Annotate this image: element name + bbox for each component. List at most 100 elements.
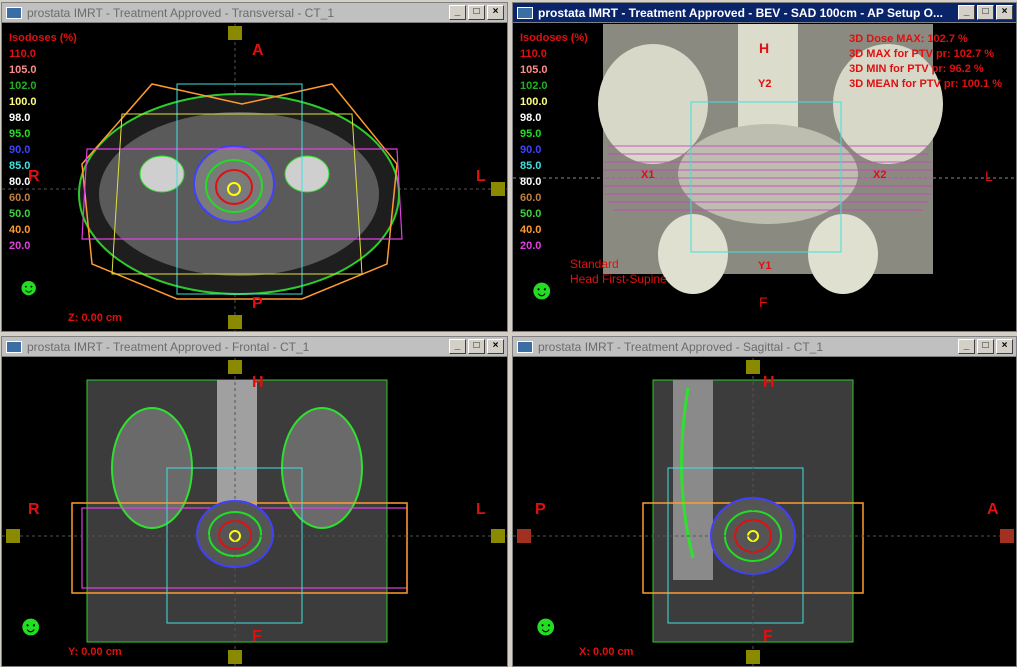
isodose-level: 80.0 (520, 176, 542, 188)
axis-marker-right[interactable] (1000, 529, 1014, 543)
isodose-level: 95.0 (520, 128, 542, 140)
patient-orientation-icon: ☻ (16, 274, 42, 301)
isodose-level: 100.0 (9, 96, 37, 108)
minimize-button[interactable]: _ (958, 5, 975, 20)
minimize-button[interactable]: _ (958, 339, 975, 354)
isodose-level: 98.0 (9, 112, 31, 124)
axis-marker-right[interactable] (491, 182, 505, 196)
maximize-button[interactable]: □ (468, 5, 485, 20)
dose-statistics: 3D Dose MAX: 102.7 % 3D MAX for PTV pr: … (849, 32, 1002, 92)
jaw-label-x1: X1 (641, 169, 655, 181)
orient-right-label: A (987, 501, 999, 518)
bev-titlebar[interactable]: prostata IMRT - Treatment Approved - BEV… (513, 3, 1016, 23)
isodose-level: 95.0 (9, 128, 31, 140)
isodose-level: 50.0 (520, 208, 542, 220)
window-app-icon (517, 6, 533, 19)
orient-top-label: A (252, 42, 264, 59)
axis-marker-bottom[interactable] (228, 315, 242, 329)
axis-marker-top[interactable] (746, 360, 760, 374)
slice-position: Y: 0.00 cm (68, 646, 122, 658)
close-button[interactable]: × (487, 5, 504, 20)
close-button[interactable]: × (996, 339, 1013, 354)
frontal-titlebar[interactable]: prostata IMRT - Treatment Approved - Fro… (2, 337, 507, 357)
isodose-level: 20.0 (9, 240, 31, 252)
slice-position: X: 0.00 cm (579, 646, 634, 658)
axis-marker-bottom[interactable] (228, 650, 242, 664)
isodose-level: 40.0 (520, 224, 542, 236)
axis-marker-top[interactable] (228, 26, 242, 40)
frontal-window[interactable]: prostata IMRT - Treatment Approved - Fro… (1, 336, 508, 667)
bev-title: prostata IMRT - Treatment Approved - BEV… (538, 5, 943, 20)
orient-top-label: H (759, 40, 770, 56)
axis-marker-bottom[interactable] (746, 650, 760, 664)
isodose-level: 102.0 (9, 80, 37, 92)
orientation-hfs: Head First-Supine (570, 272, 667, 286)
orient-right-label: L (476, 501, 486, 518)
isodose-level: 85.0 (520, 160, 542, 172)
maximize-button[interactable]: □ (977, 339, 994, 354)
orient-right-label: L (476, 168, 486, 185)
sagittal-title: prostata IMRT - Treatment Approved - Sag… (538, 339, 824, 354)
bev-window[interactable]: prostata IMRT - Treatment Approved - BEV… (512, 2, 1017, 332)
orient-left-label: R (28, 168, 40, 185)
orient-bottom-label: F (759, 294, 768, 310)
isodose-level: 90.0 (520, 144, 542, 156)
sagittal-ct-image (513, 358, 1016, 666)
isodose-level: 105.0 (9, 64, 37, 76)
minimize-button[interactable]: _ (449, 5, 466, 20)
maximize-button[interactable]: □ (468, 339, 485, 354)
isodose-level: 50.0 (9, 208, 31, 220)
jaw-label-x2: X2 (873, 169, 887, 181)
transversal-title: prostata IMRT - Treatment Approved - Tra… (27, 5, 335, 20)
patient-orientation-icon: ☻ (16, 610, 46, 641)
dose-stat-line: 3D MAX for PTV pr: 102.7 % (849, 48, 995, 60)
orient-left-label: R (28, 501, 40, 518)
close-button[interactable]: × (996, 5, 1013, 20)
orient-bottom-label: F (252, 628, 262, 645)
slice-position: Z: 0.00 cm (68, 312, 122, 324)
orient-top-label: H (252, 374, 264, 391)
frontal-ct-image (2, 358, 507, 666)
isodose-legend: Isodoses (%) 110.0 105.0 102.0 100.0 98.0 95.0… (520, 30, 588, 254)
sagittal-titlebar[interactable]: prostata IMRT - Treatment Approved - Sag… (513, 337, 1016, 357)
dose-stat-line: 3D MIN for PTV pr: 96.2 % (849, 63, 984, 75)
sagittal-window[interactable]: prostata IMRT - Treatment Approved - Sag… (512, 336, 1017, 667)
dose-stat-line: 3D Dose MAX: 102.7 % (849, 33, 968, 45)
orientation-standard: Standard (570, 257, 619, 271)
isodose-level: 60.0 (9, 192, 31, 204)
axis-marker-top[interactable] (228, 360, 242, 374)
orient-bottom-label: P (252, 295, 263, 312)
isodose-level: 20.0 (520, 240, 542, 252)
isodose-level: 80.0 (9, 176, 31, 188)
isodose-level: 90.0 (9, 144, 31, 156)
axis-marker-left[interactable] (6, 529, 20, 543)
patient-orientation-icon: ☻ (527, 274, 557, 305)
orient-top-label: H (763, 374, 775, 391)
isodose-legend: Isodoses (%) 110.0 105.0 102.0 100.0 98.0 95.0… (9, 30, 77, 254)
close-button[interactable]: × (487, 339, 504, 354)
window-app-icon (517, 340, 533, 353)
orient-bottom-label: F (763, 628, 773, 645)
axis-marker-right[interactable] (491, 529, 505, 543)
isodose-level: 110.0 (9, 48, 36, 60)
isodose-level: 102.0 (520, 80, 548, 92)
isodose-level: 110.0 (520, 48, 547, 60)
orient-left-label: P (535, 501, 546, 518)
bev-view[interactable]: Isodoses (%) 110.0 105.0 102.0 100.0 98.0 95.0… (513, 24, 1016, 331)
isodose-level: 105.0 (520, 64, 548, 76)
patient-orientation-icon: ☻ (531, 610, 561, 641)
transversal-view[interactable]: Isodoses (%) 110.0 105.0 102.0 100.0 98.0 95.0… (2, 24, 507, 331)
sagittal-view[interactable]: H F P A ☻ X: 0.00 cm (513, 358, 1016, 666)
orient-right-label: L (985, 168, 993, 184)
isodose-legend-header: Isodoses (%) (520, 32, 588, 44)
transversal-ct-image (2, 24, 507, 331)
jaw-label-y2: Y2 (758, 78, 772, 90)
transversal-titlebar[interactable]: prostata IMRT - Treatment Approved - Tra… (2, 3, 507, 23)
maximize-button[interactable]: □ (977, 5, 994, 20)
axis-marker-left[interactable] (517, 529, 531, 543)
isodose-legend-header: Isodoses (%) (9, 32, 77, 44)
frontal-view[interactable]: H F R L ☻ Y: 0.00 cm (2, 358, 507, 666)
transversal-window[interactable]: prostata IMRT - Treatment Approved - Tra… (1, 2, 508, 332)
isodose-level: 60.0 (520, 192, 542, 204)
minimize-button[interactable]: _ (449, 339, 466, 354)
